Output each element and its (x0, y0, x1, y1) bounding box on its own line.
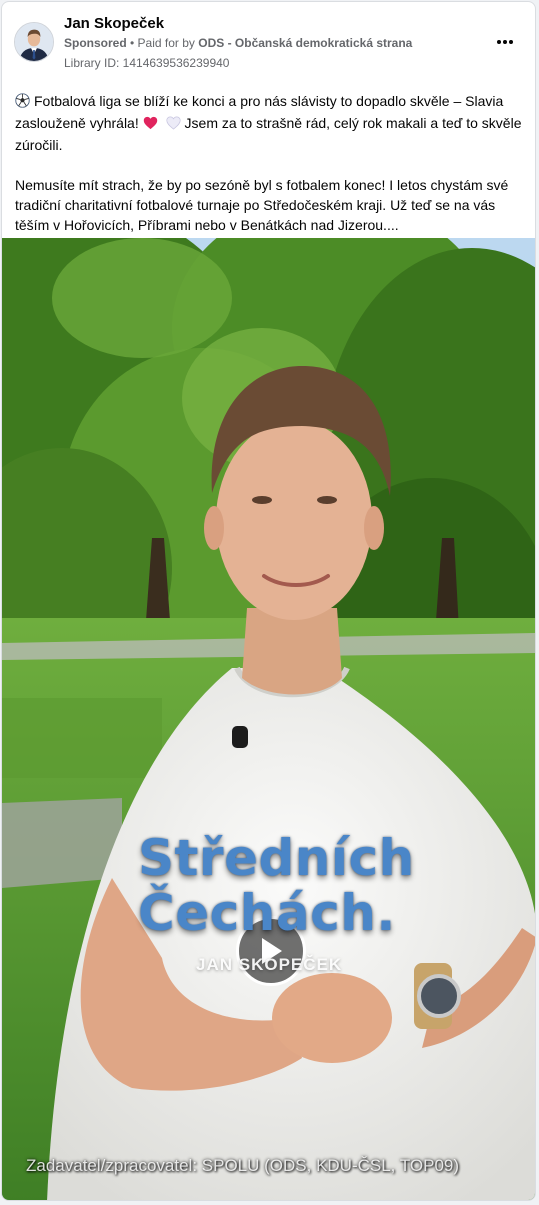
paragraph-2: Nemusíte mít strach, že by po sezóně byl… (15, 177, 509, 233)
soccer-ball-icon (15, 93, 30, 113)
meta-separator: • (126, 36, 138, 50)
post-body: Fotbalová liga se blíží ke konci a pro n… (15, 91, 525, 235)
video-caption-line-2: Čechách. (138, 884, 396, 942)
avatar[interactable] (14, 22, 54, 62)
library-id: Library ID: 1414639536239940 (64, 56, 230, 70)
red-heart-icon (143, 115, 158, 135)
video-frame-image (2, 238, 535, 1200)
post-header: Jan Skopeček Sponsored • Paid for by ODS… (2, 2, 535, 78)
avatar-portrait-icon (15, 23, 53, 61)
author-name[interactable]: Jan Skopeček (64, 15, 164, 32)
more-horizontal-icon (509, 40, 514, 44)
video-caption-line-1: Středních (138, 829, 415, 887)
video-name-overlay: JAN SKOPEČEK (196, 955, 343, 974)
more-horizontal-icon (503, 40, 507, 44)
paid-for-label: Paid for by (137, 36, 199, 50)
sponsor-line: Sponsored • Paid for by ODS - Občanská d… (64, 36, 412, 50)
payer-link[interactable]: ODS - Občanská demokratická strana (198, 36, 412, 50)
paragraph-1: Fotbalová liga se blíží ke konci a pro n… (15, 91, 525, 155)
video-player[interactable]: Středních Čechách. JAN SKOPEČEK Zadavate… (2, 238, 535, 1200)
white-heart-icon (165, 115, 181, 135)
ad-card: Jan Skopeček Sponsored • Paid for by ODS… (1, 1, 536, 1201)
video-disclaimer: Zadavatel/zpracovatel: SPOLU (ODS, KDU-Č… (26, 1156, 460, 1175)
more-horizontal-icon (496, 40, 501, 44)
more-options-button[interactable] (489, 30, 521, 54)
sponsored-label: Sponsored (64, 36, 127, 50)
